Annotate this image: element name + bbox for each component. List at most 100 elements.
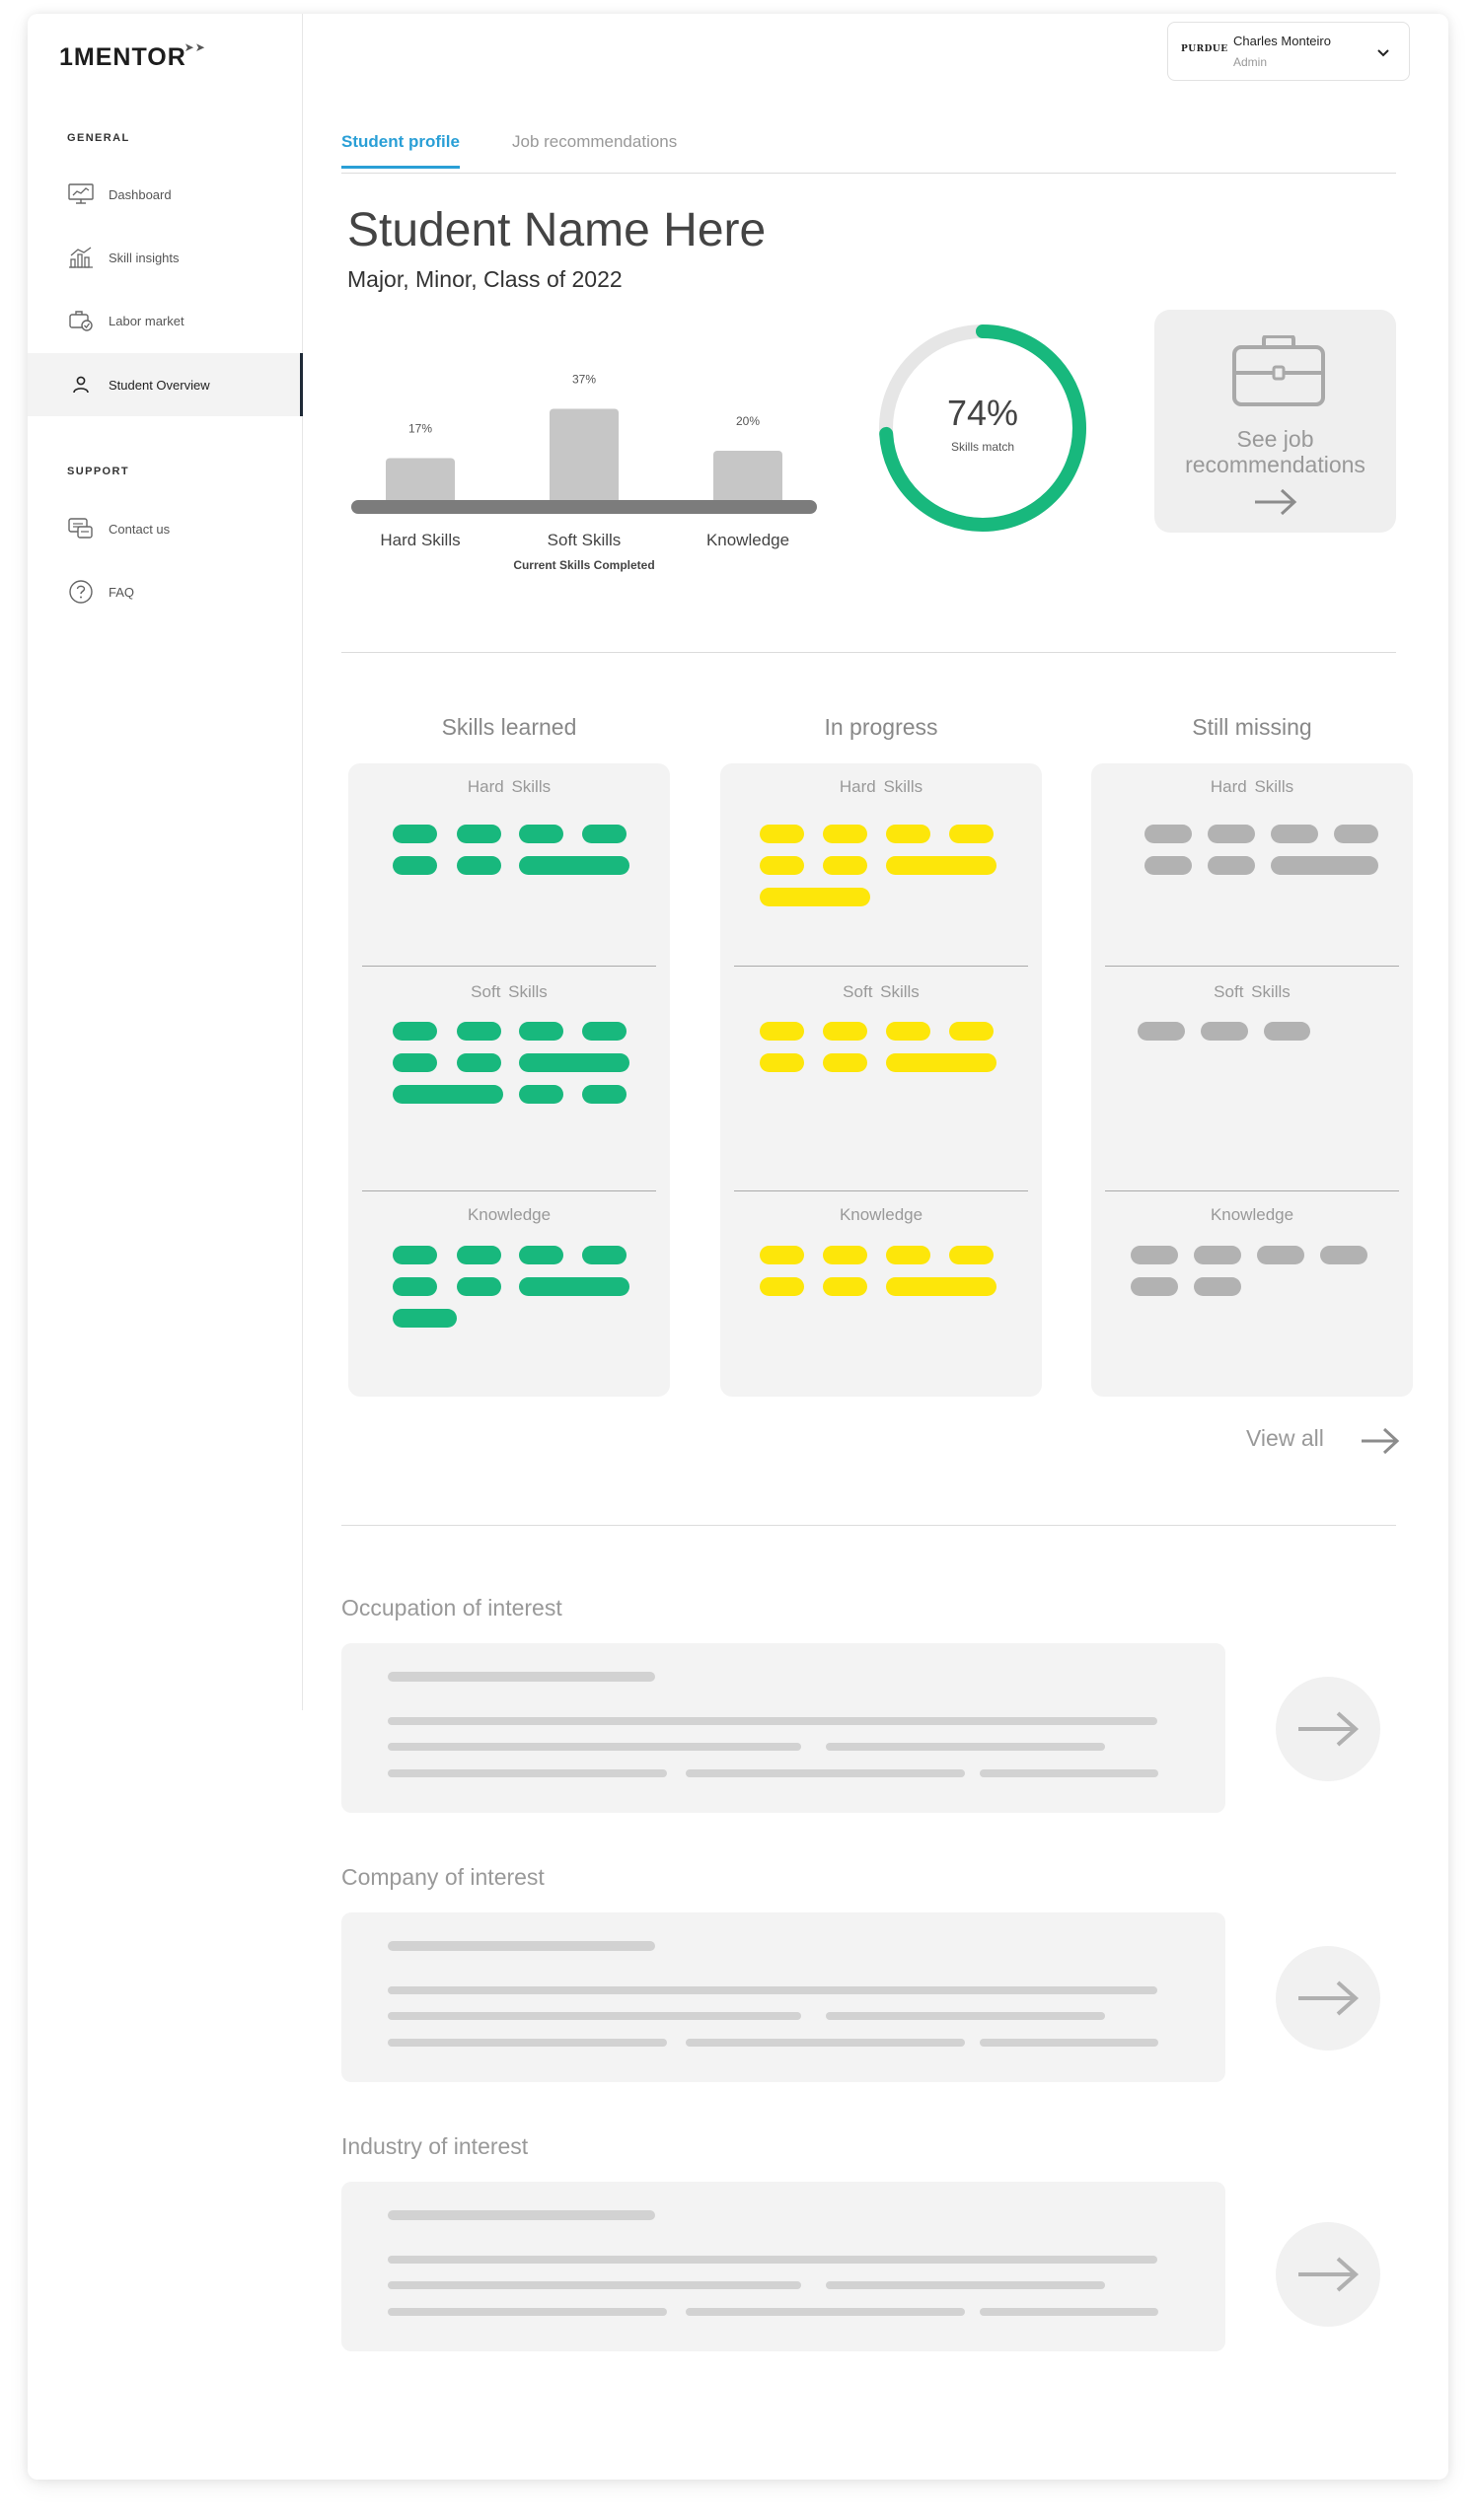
logo[interactable]: 1MENTOR ➤➤ — [59, 40, 205, 72]
sidebar-item-labor-market[interactable]: Labor market — [28, 289, 303, 352]
view-all-link[interactable]: View all — [1246, 1425, 1324, 1452]
skill-pill[interactable] — [886, 1022, 930, 1041]
skill-pill[interactable] — [1334, 825, 1378, 843]
skill-pill[interactable] — [760, 1277, 804, 1296]
skill-pill[interactable] — [823, 1277, 867, 1296]
company-arrow-button[interactable] — [1276, 1946, 1380, 2051]
skill-pill[interactable] — [457, 1053, 501, 1072]
still-missing-card: Hard Skills Soft Skills Knowledge — [1091, 763, 1413, 1397]
placeholder-line — [388, 1717, 1157, 1725]
skill-pill[interactable] — [393, 1085, 503, 1104]
skill-pill[interactable] — [1201, 1022, 1248, 1041]
user-menu[interactable]: PURDUE Charles Monteiro Admin — [1167, 22, 1410, 81]
skill-pill[interactable] — [393, 1246, 437, 1264]
skill-pill[interactable] — [457, 856, 501, 875]
skill-pill[interactable] — [886, 825, 930, 843]
skill-pill[interactable] — [823, 856, 867, 875]
skill-pill[interactable] — [823, 825, 867, 843]
skill-pill[interactable] — [519, 1022, 563, 1041]
skill-pill[interactable] — [1257, 1246, 1304, 1264]
skill-pill[interactable] — [393, 1053, 437, 1072]
placeholder-line — [388, 1743, 801, 1751]
skill-pill[interactable] — [886, 1277, 996, 1296]
skill-pill[interactable] — [457, 1022, 501, 1041]
skill-pill[interactable] — [1138, 1022, 1185, 1041]
nav-section-general: GENERAL — [67, 132, 130, 144]
skill-pill[interactable] — [760, 1053, 804, 1072]
industry-arrow-button[interactable] — [1276, 2222, 1380, 2327]
skill-pill[interactable] — [949, 1022, 994, 1041]
skill-pill[interactable] — [393, 1277, 437, 1296]
skill-pill[interactable] — [393, 825, 437, 843]
bar-value-label: 37% — [572, 373, 596, 387]
tab-job-recommendations[interactable]: Job recommendations — [512, 132, 677, 166]
skill-pill[interactable] — [393, 1309, 457, 1328]
skill-pill[interactable] — [457, 1277, 501, 1296]
skill-pill[interactable] — [1194, 1277, 1241, 1296]
company-card[interactable] — [341, 1912, 1225, 2082]
sidebar-item-skill-insights[interactable]: Skill insights — [28, 226, 303, 289]
sidebar-item-label: Labor market — [109, 313, 184, 328]
see-job-recommendations-card[interactable]: See job recommendations — [1154, 310, 1396, 533]
skill-pill[interactable] — [457, 1246, 501, 1264]
skill-pill[interactable] — [582, 825, 627, 843]
skill-pill[interactable] — [519, 825, 563, 843]
skill-pill[interactable] — [886, 1246, 930, 1264]
placeholder-line — [388, 2281, 801, 2289]
skill-pill[interactable] — [1131, 1246, 1178, 1264]
skill-pill[interactable] — [457, 825, 501, 843]
skill-pill[interactable] — [760, 1246, 804, 1264]
skill-pill[interactable] — [1271, 856, 1378, 875]
skill-pill[interactable] — [1208, 825, 1255, 843]
skill-pill[interactable] — [519, 1246, 563, 1264]
skill-pill[interactable] — [949, 825, 994, 843]
chevron-down-icon[interactable] — [1371, 40, 1395, 64]
skill-pill[interactable] — [1131, 1277, 1178, 1296]
skill-pill[interactable] — [760, 1022, 804, 1041]
skill-pill[interactable] — [949, 1246, 994, 1264]
in-progress-card: Hard Skills Soft Skills Knowledge — [720, 763, 1042, 1397]
skill-pill[interactable] — [582, 1085, 627, 1104]
industry-title: Industry of interest — [341, 2133, 529, 2159]
arrow-right-icon — [1298, 2257, 1360, 2292]
skill-pill[interactable] — [760, 856, 804, 875]
sidebar-item-student-overview[interactable]: Student Overview — [28, 353, 303, 416]
skill-pill[interactable] — [393, 1022, 437, 1041]
logo-mark-icon: ➤➤ — [184, 40, 206, 54]
skill-pill[interactable] — [823, 1022, 867, 1041]
skill-pill[interactable] — [1144, 856, 1192, 875]
view-all-arrow-icon[interactable] — [1360, 1426, 1401, 1456]
skill-pill[interactable] — [519, 1053, 629, 1072]
skill-pill[interactable] — [823, 1246, 867, 1264]
occupation-card[interactable] — [341, 1643, 1225, 1813]
skill-pill[interactable] — [519, 1085, 563, 1104]
skills-learned-card: Hard Skills Soft Skills Knowledge — [348, 763, 670, 1397]
skill-pill[interactable] — [760, 888, 870, 906]
skill-pill[interactable] — [886, 856, 996, 875]
sidebar-item-faq[interactable]: FAQ — [28, 560, 303, 623]
skill-pill[interactable] — [886, 1053, 996, 1072]
skill-pill[interactable] — [519, 1277, 629, 1296]
sidebar-item-dashboard[interactable]: Dashboard — [28, 163, 303, 226]
skill-pill[interactable] — [393, 856, 437, 875]
monitor-chart-icon — [67, 180, 95, 208]
see-job-line1: See job — [1236, 426, 1314, 452]
skill-pill[interactable] — [1194, 1246, 1241, 1264]
occupation-arrow-button[interactable] — [1276, 1677, 1380, 1781]
skill-pill[interactable] — [823, 1053, 867, 1072]
skill-pill[interactable] — [760, 825, 804, 843]
industry-card[interactable] — [341, 2182, 1225, 2351]
sidebar-item-contact-us[interactable]: Contact us — [28, 497, 303, 560]
skill-pill[interactable] — [1320, 1246, 1367, 1264]
skill-pill[interactable] — [519, 856, 629, 875]
skill-pill[interactable] — [582, 1022, 627, 1041]
skill-pill[interactable] — [1271, 825, 1318, 843]
skill-pill[interactable] — [1144, 825, 1192, 843]
tab-student-profile[interactable]: Student profile — [341, 132, 460, 169]
skills-match-label: Skills match — [950, 440, 1014, 454]
skill-pill[interactable] — [1208, 856, 1255, 875]
skill-pill[interactable] — [582, 1246, 627, 1264]
chat-icon — [67, 515, 95, 542]
column-title-still-missing: Still missing — [1192, 714, 1312, 740]
skill-pill[interactable] — [1264, 1022, 1310, 1041]
